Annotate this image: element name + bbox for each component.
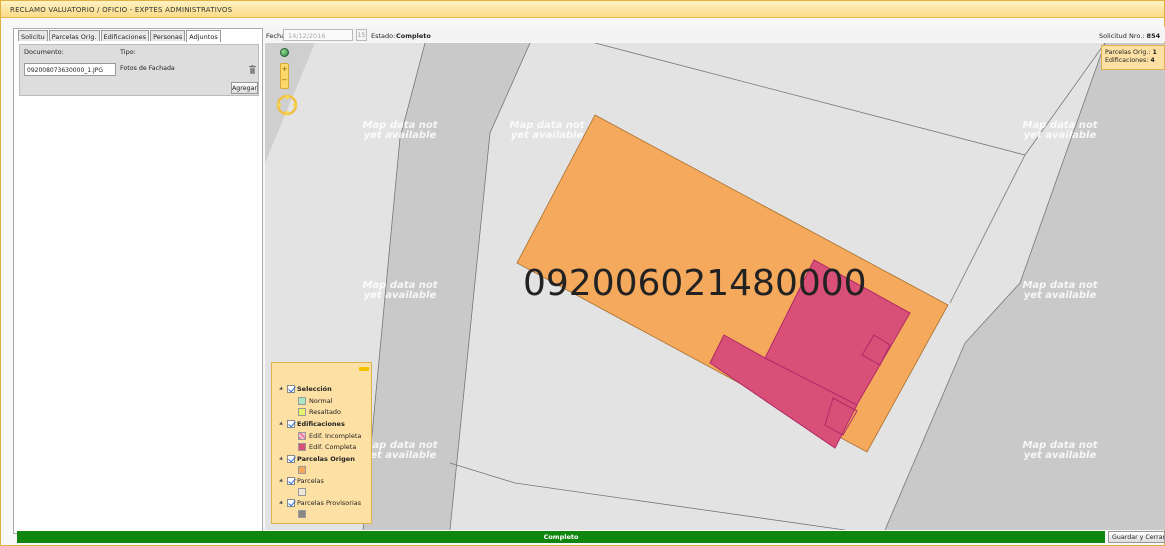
map-canvas[interactable]: 092006021480000 Map data not yet availabl… bbox=[265, 43, 1165, 530]
trash-icon[interactable] bbox=[249, 65, 256, 74]
tab-parcelas-orig[interactable]: Parcelas Orig. bbox=[48, 30, 100, 41]
checkbox-parcelas[interactable] bbox=[287, 477, 295, 485]
map-tile-unavailable-text: yet available bbox=[1024, 450, 1097, 461]
pan-control[interactable] bbox=[276, 94, 298, 116]
map-tile-unavailable-text: yet available bbox=[1024, 290, 1097, 301]
legend-swatch-parcelas-provisorias bbox=[298, 510, 309, 518]
legend-item-edif-completa: Edif. Completa bbox=[298, 443, 356, 451]
documento-header: Documento: bbox=[24, 48, 64, 56]
attachments-panel: Documento: Tipo: 092008073630000_1.JPG F… bbox=[19, 44, 259, 96]
save-and-close-button[interactable]: Guardar y Cerrar bbox=[1108, 531, 1165, 543]
left-panel bbox=[13, 28, 263, 534]
solicitud-number: Solicitud Nro.: 854 bbox=[1099, 32, 1161, 40]
legend-group-parcelas-origen[interactable]: Parcelas Origen bbox=[279, 455, 355, 463]
window-title: RECLAMO VALUATORIO / OFICIO - EXPTES ADM… bbox=[1, 1, 1164, 18]
checkbox-parcelas-provisorias[interactable] bbox=[287, 499, 295, 507]
checkbox-seleccion[interactable] bbox=[287, 385, 295, 393]
legend-swatch-parcelas bbox=[298, 488, 309, 496]
minimize-icon[interactable] bbox=[359, 367, 369, 371]
tab-personas[interactable]: Personas bbox=[150, 30, 186, 41]
legend-group-parcelas[interactable]: Parcelas bbox=[279, 477, 324, 485]
tab-solicitud[interactable]: Solicitu bbox=[18, 30, 48, 41]
map-tile-unavailable-text: yet available bbox=[364, 290, 437, 301]
map-tile-unavailable-text: yet available bbox=[364, 130, 437, 141]
parcel-label: 092006021480000 bbox=[523, 263, 867, 304]
map-tile-unavailable-text: yet available bbox=[511, 130, 584, 141]
fecha-input[interactable]: 14/12/2016 bbox=[283, 29, 353, 41]
legend-panel: Selección Normal Resaltado Edificaciones… bbox=[271, 362, 372, 524]
globe-icon[interactable] bbox=[280, 48, 289, 57]
add-button[interactable]: Agregar bbox=[231, 82, 258, 94]
status-bar: Completo bbox=[17, 531, 1105, 543]
legend-group-edificaciones[interactable]: Edificaciones bbox=[279, 420, 345, 428]
legend-item-normal: Normal bbox=[298, 397, 333, 405]
zoom-in-icon[interactable]: + bbox=[281, 64, 288, 75]
document-type: Fotos de Fachada bbox=[120, 65, 175, 72]
tab-bar: Solicitu Parcelas Orig. Edificaciones Pe… bbox=[18, 30, 222, 42]
tipo-header: Tipo: bbox=[120, 48, 136, 56]
estado-label: Estado: bbox=[371, 32, 396, 40]
checkbox-edificaciones[interactable] bbox=[287, 420, 295, 428]
tab-adjuntos[interactable]: Adjuntos bbox=[186, 30, 221, 42]
zoom-out-icon[interactable]: − bbox=[281, 75, 288, 86]
tab-edificaciones[interactable]: Edificaciones bbox=[100, 30, 150, 41]
legend-item-resaltado: Resaltado bbox=[298, 408, 341, 416]
map-tile-unavailable-text: yet available bbox=[364, 450, 437, 461]
legend-item-edif-incompleta: Edif. Incompleta bbox=[298, 432, 361, 440]
map-tile-unavailable-text: yet available bbox=[1024, 130, 1097, 141]
legend-group-seleccion[interactable]: Selección bbox=[279, 385, 332, 393]
legend-group-parcelas-provisorias[interactable]: Parcelas Provisorias bbox=[279, 499, 361, 507]
legend-swatch-parcelas-origen bbox=[298, 466, 309, 474]
estado-value: Completo bbox=[396, 32, 431, 40]
calendar-icon[interactable]: 15 bbox=[356, 29, 367, 41]
checkbox-parcelas-origen[interactable] bbox=[287, 455, 295, 463]
zoom-control[interactable]: + − bbox=[280, 63, 289, 89]
document-field[interactable]: 092008073630000_1.JPG bbox=[24, 63, 116, 76]
counts-panel: Parcelas Orig.: 1 Edificaciones: 4 bbox=[1101, 45, 1165, 70]
